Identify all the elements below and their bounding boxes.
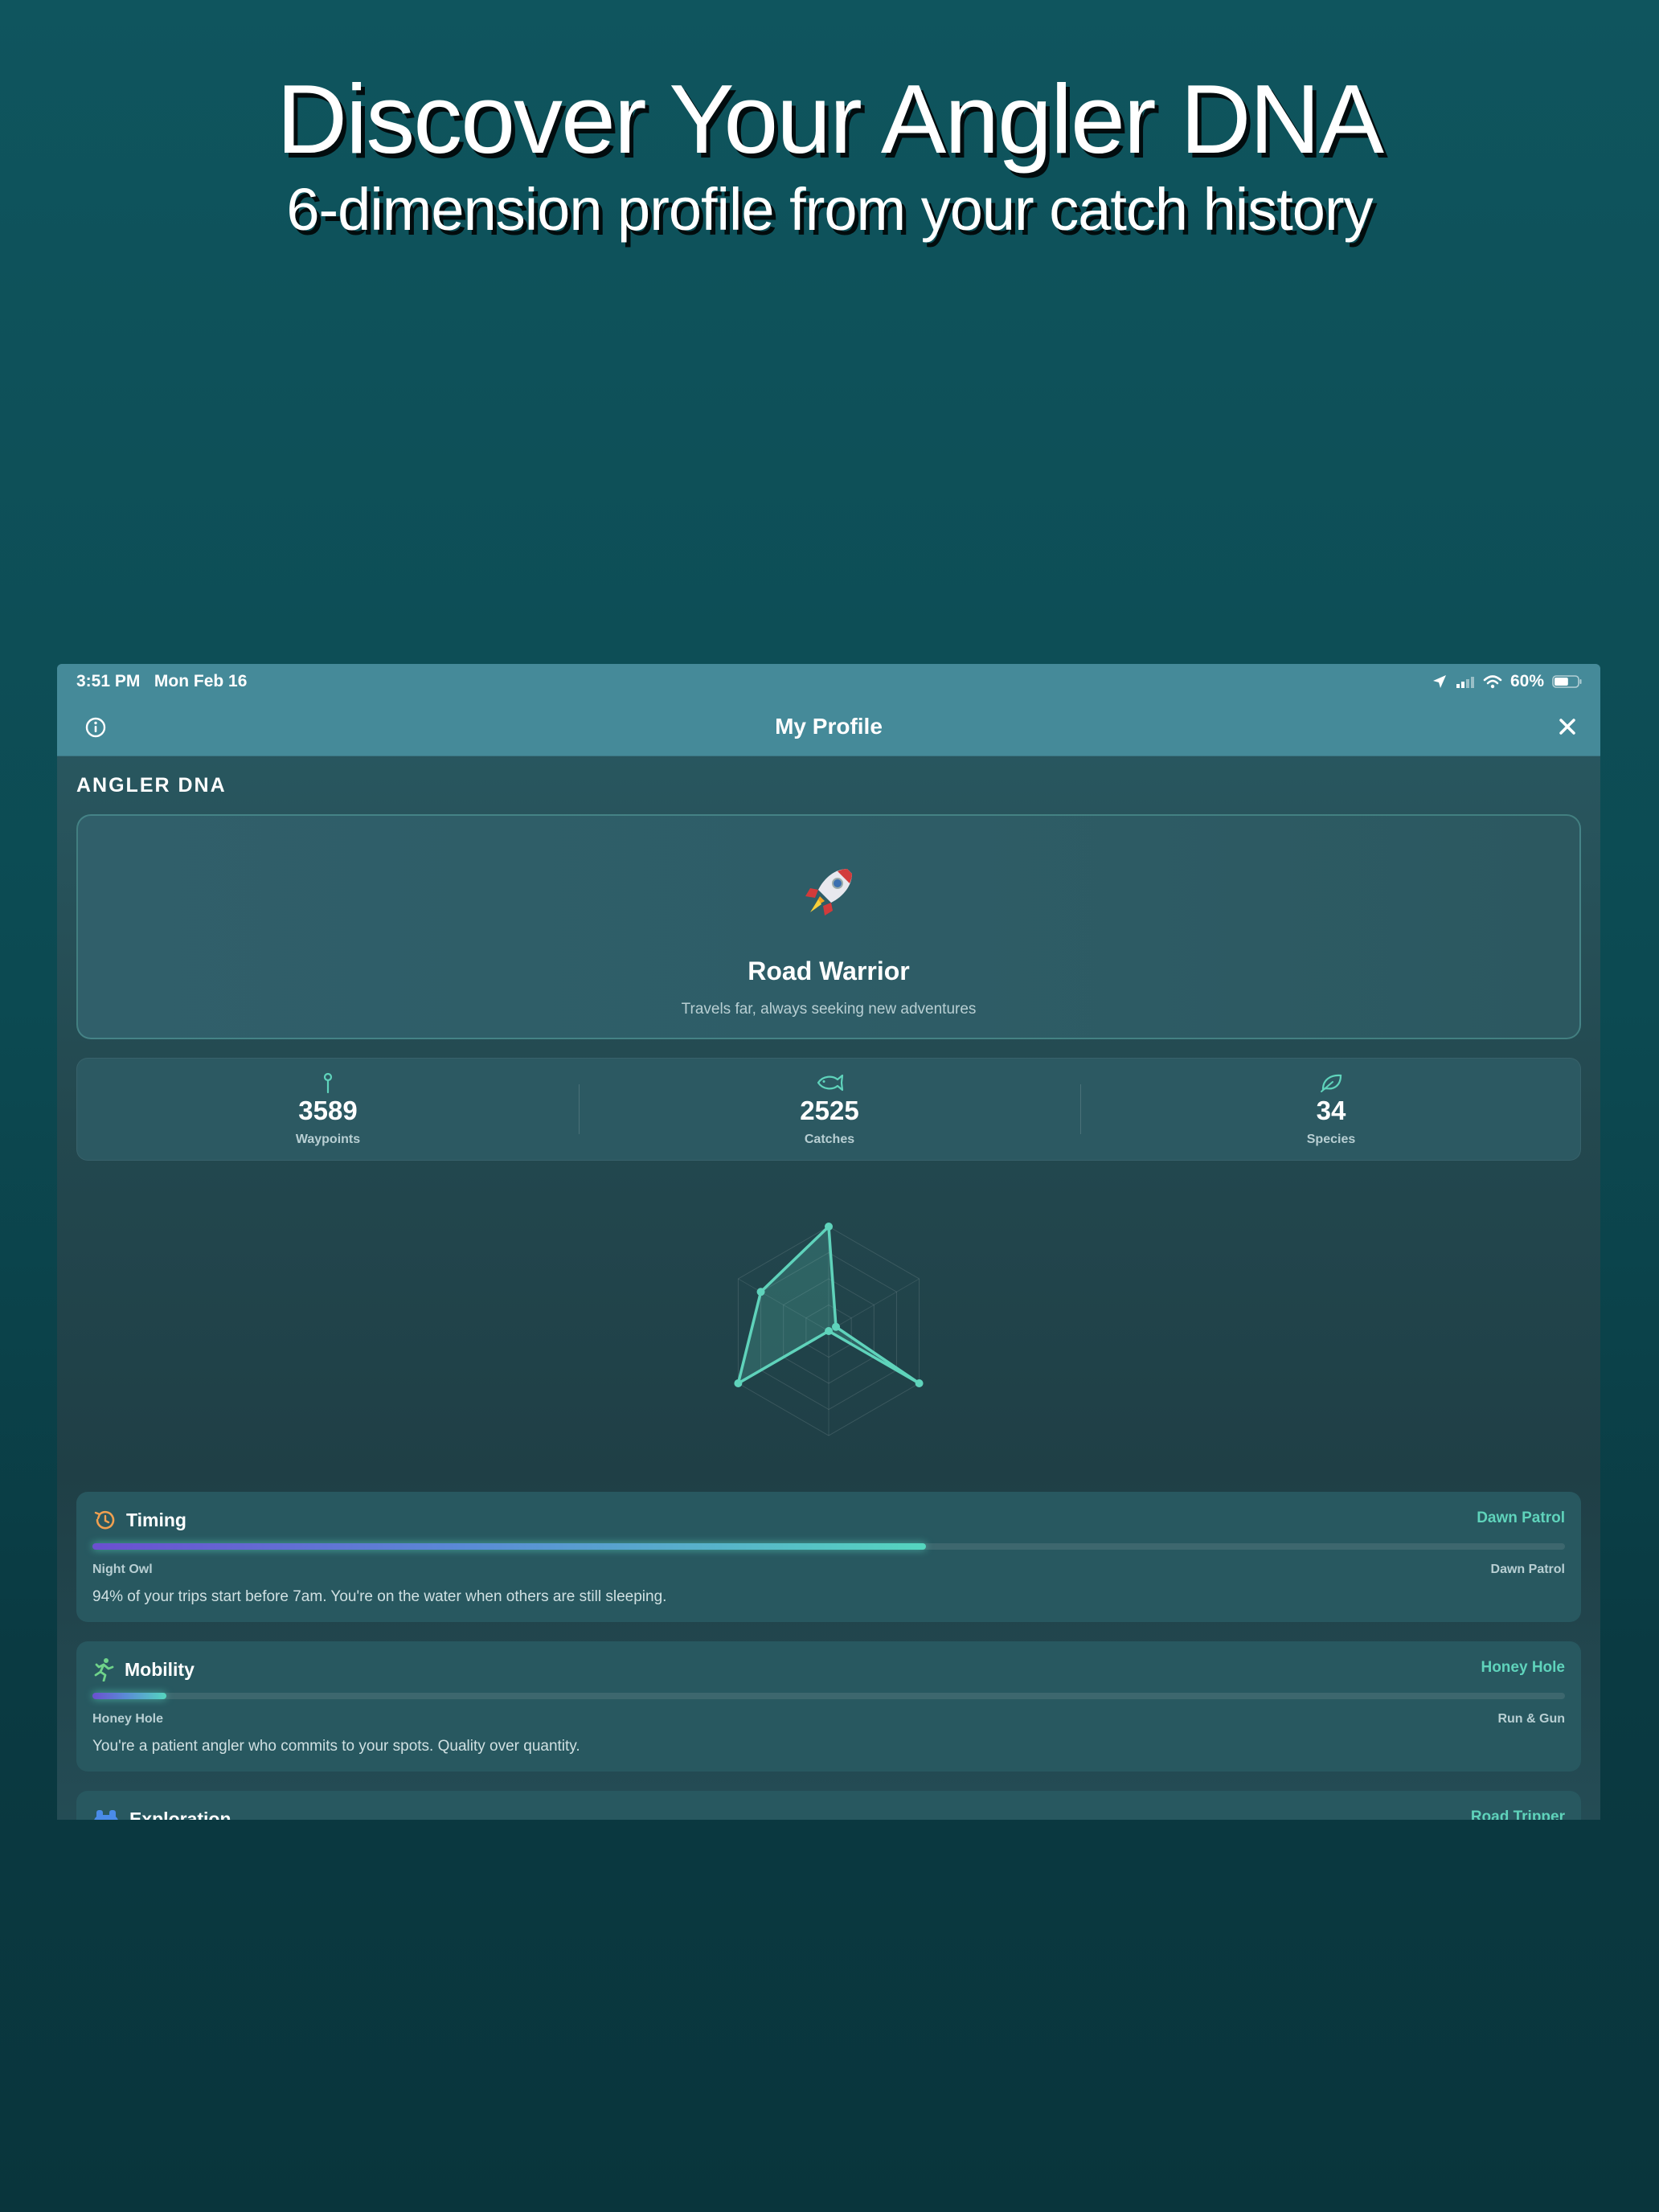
close-icon[interactable] — [1559, 718, 1576, 735]
status-time: 3:51 PM — [76, 672, 141, 690]
dimension-title: Mobility — [125, 1658, 195, 1680]
stat-value: 2525 — [800, 1096, 859, 1125]
radar-point — [915, 1379, 924, 1387]
dna-radar-chart — [734, 1223, 924, 1436]
dimension-header: Timing — [92, 1508, 186, 1532]
dimension-description: 94% of your trips start before 7am. You'… — [92, 1588, 667, 1605]
stat-label: Catches — [804, 1133, 855, 1146]
dimension-left-label: Night Owl — [92, 1563, 153, 1576]
stat-value: 3589 — [298, 1096, 358, 1125]
archetype-name: Road Warrior — [748, 956, 910, 985]
radar-point — [825, 1223, 833, 1231]
dimension-description: You're a patient angler who commits to y… — [92, 1738, 580, 1755]
battery-percent: 60% — [1509, 672, 1544, 690]
dimension-right-label: Run & Gun — [1497, 1712, 1565, 1726]
dimension-title: Exploration — [129, 1808, 231, 1821]
binoculars-icon — [94, 1810, 118, 1820]
stat-species: 34 Species — [1080, 1059, 1582, 1161]
radar-point — [832, 1322, 841, 1331]
dimension-card-timing: Timing Dawn Patrol Night Owl Dawn Patrol… — [76, 1492, 1581, 1622]
pin-icon — [323, 1072, 333, 1094]
dimension-track — [92, 1543, 1565, 1550]
dimension-track — [92, 1693, 1565, 1699]
marketing-subheadline: 6-dimension profile from your catch hist… — [286, 176, 1373, 243]
status-time-date: 3:51 PM Mon Feb 16 — [76, 672, 247, 691]
close-button[interactable] — [1559, 713, 1576, 740]
nav-bar: My Profile — [57, 699, 1600, 756]
dimension-value: Road Tripper — [1470, 1809, 1565, 1820]
dimension-right-label: Dawn Patrol — [1490, 1563, 1565, 1576]
stat-waypoints: 3589 Waypoints — [77, 1059, 579, 1161]
status-date: Mon Feb 16 — [154, 672, 248, 690]
dimension-card-mobility: Mobility Honey Hole Honey Hole Run & Gun… — [76, 1641, 1581, 1772]
radar-point — [756, 1288, 765, 1296]
dimension-header: Exploration — [92, 1807, 231, 1820]
device-screen: 3:51 PM Mon Feb 16 60% My Profile ANGLER… — [57, 664, 1600, 1820]
dimension-title: Timing — [126, 1509, 186, 1530]
dimension-card-exploration: Exploration Road Tripper — [76, 1791, 1581, 1820]
stat-label: Species — [1306, 1133, 1356, 1146]
stats-card: 3589 Waypoints 2525 Catches 34 Species — [76, 1058, 1581, 1161]
dimension-value: Dawn Patrol — [1477, 1509, 1565, 1526]
stat-value: 34 — [1316, 1096, 1346, 1125]
status-indicators: 60% — [1432, 672, 1583, 691]
clock-history-icon — [94, 1510, 115, 1530]
signal-icon — [1456, 677, 1474, 688]
rocket-icon — [78, 864, 1579, 924]
location-arrow-icon — [1432, 675, 1446, 688]
battery-icon — [1552, 675, 1582, 688]
runner-icon — [94, 1658, 114, 1682]
rocket-emoji — [805, 869, 852, 916]
dimension-left-label: Honey Hole — [92, 1712, 164, 1726]
dimension-header: Mobility — [92, 1657, 195, 1682]
stat-label: Waypoints — [295, 1133, 361, 1146]
marketing-headline: Discover Your Angler DNA — [276, 64, 1384, 174]
section-title: ANGLER DNA — [76, 774, 227, 797]
radar-point — [734, 1379, 743, 1387]
status-bar: 3:51 PM Mon Feb 16 60% — [57, 664, 1600, 699]
archetype-description: Travels far, always seeking new adventur… — [681, 1001, 977, 1018]
page-title: My Profile — [775, 714, 883, 739]
leaf-icon — [1321, 1074, 1342, 1092]
stat-catches: 2525 Catches — [579, 1059, 1080, 1161]
dimension-value: Honey Hole — [1481, 1659, 1565, 1676]
dimension-fill — [92, 1543, 926, 1550]
fish-icon — [817, 1074, 844, 1092]
radar-point — [825, 1327, 833, 1335]
archetype-card: Road Warrior Travels far, always seeking… — [76, 814, 1581, 1039]
wifi-icon — [1483, 675, 1502, 689]
dimension-fill — [92, 1693, 166, 1699]
